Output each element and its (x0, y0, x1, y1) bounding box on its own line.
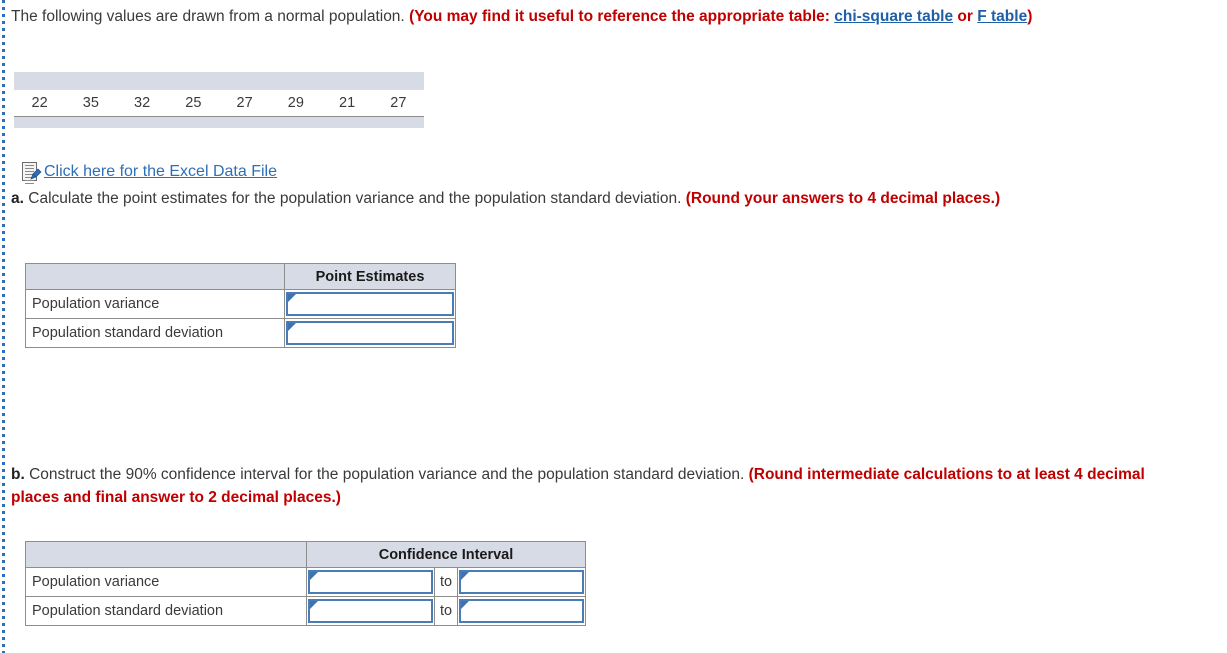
table-row: Population standard deviation to (25, 596, 586, 626)
point-estimate-stddev-cell[interactable] (284, 318, 456, 348)
intro-paragraph: The following values are drawn from a no… (11, 6, 1191, 28)
row-label-population-standard-deviation: Population standard deviation (25, 596, 307, 626)
population-stddev-input-wrapper[interactable] (286, 321, 454, 345)
data-value: 22 (31, 95, 48, 111)
question-a-rounding-note: (Round your answers to 4 decimal places.… (685, 190, 1001, 207)
row-label-population-variance: Population variance (25, 289, 285, 319)
intro-note-prefix: (You may find it useful to reference the… (409, 8, 835, 25)
ci-stddev-lower-input[interactable] (319, 601, 429, 623)
intro-note-or: or (957, 8, 978, 25)
question-b-label: b. (11, 466, 25, 483)
ci-stddev-lower-input-wrapper[interactable] (308, 599, 433, 623)
excel-document-icon (22, 162, 42, 184)
data-strip-bottom-band (14, 116, 424, 128)
data-value: 21 (339, 95, 356, 111)
point-estimates-table: Point Estimates Population variance Popu… (25, 263, 456, 348)
point-estimate-variance-cell[interactable] (284, 289, 456, 319)
excel-data-file-row[interactable]: Click here for the Excel Data File (22, 162, 277, 184)
data-value: 27 (236, 95, 253, 111)
ci-variance-lower-input-wrapper[interactable] (308, 570, 433, 594)
question-a-label: a. (11, 190, 24, 207)
table-header-row: Point Estimates (25, 263, 456, 290)
data-value: 29 (287, 95, 304, 111)
intro-sentence: The following values are drawn from a no… (11, 8, 405, 25)
table-row: Population variance (25, 289, 456, 319)
question-a-text: Calculate the point estimates for the po… (28, 190, 682, 207)
population-variance-input-wrapper[interactable] (286, 292, 454, 316)
excel-data-file-link[interactable]: Click here for the Excel Data File (44, 163, 277, 181)
point-estimates-blank-header (25, 263, 285, 290)
population-variance-input[interactable] (297, 294, 450, 316)
table-row: Population variance to (25, 567, 586, 597)
f-table-link[interactable]: F table (977, 8, 1027, 25)
confidence-interval-header: Confidence Interval (306, 541, 586, 568)
data-value: 35 (82, 95, 99, 111)
ci-variance-upper-cell[interactable] (457, 567, 586, 597)
question-b-paragraph: b. Construct the 90% confidence interval… (11, 463, 1191, 509)
question-b-text: Construct the 90% confidence interval fo… (29, 466, 745, 483)
ci-separator: to (434, 567, 458, 597)
point-estimates-header: Point Estimates (284, 263, 456, 290)
data-values-row: 22 35 32 25 27 29 21 27 (14, 90, 424, 116)
data-value: 27 (390, 95, 407, 111)
ci-variance-upper-input[interactable] (470, 572, 580, 594)
ci-variance-lower-input[interactable] (319, 572, 429, 594)
confidence-interval-blank-header (25, 541, 307, 568)
ci-separator: to (434, 596, 458, 626)
ci-stddev-lower-cell[interactable] (306, 596, 435, 626)
ci-stddev-upper-input-wrapper[interactable] (459, 599, 584, 623)
table-row: Population standard deviation (25, 318, 456, 348)
data-value: 25 (185, 95, 202, 111)
chi-square-table-link[interactable]: chi-square table (834, 8, 953, 25)
ci-variance-upper-input-wrapper[interactable] (459, 570, 584, 594)
confidence-interval-table: Confidence Interval Population variance … (25, 541, 586, 626)
data-strip-top-band (14, 72, 424, 90)
intro-note-suffix: ) (1027, 8, 1033, 25)
table-header-row: Confidence Interval (25, 541, 586, 568)
ci-stddev-upper-cell[interactable] (457, 596, 586, 626)
data-value: 32 (134, 95, 151, 111)
question-page: The following values are drawn from a no… (11, 0, 1227, 653)
population-stddev-input[interactable] (297, 323, 450, 345)
sample-data-strip: 22 35 32 25 27 29 21 27 (14, 72, 424, 128)
ci-variance-lower-cell[interactable] (306, 567, 435, 597)
ci-stddev-upper-input[interactable] (470, 601, 580, 623)
row-label-population-standard-deviation: Population standard deviation (25, 318, 285, 348)
row-label-population-variance: Population variance (25, 567, 307, 597)
question-a-paragraph: a. Calculate the point estimates for the… (11, 187, 1191, 210)
left-dotted-rail (2, 0, 5, 653)
